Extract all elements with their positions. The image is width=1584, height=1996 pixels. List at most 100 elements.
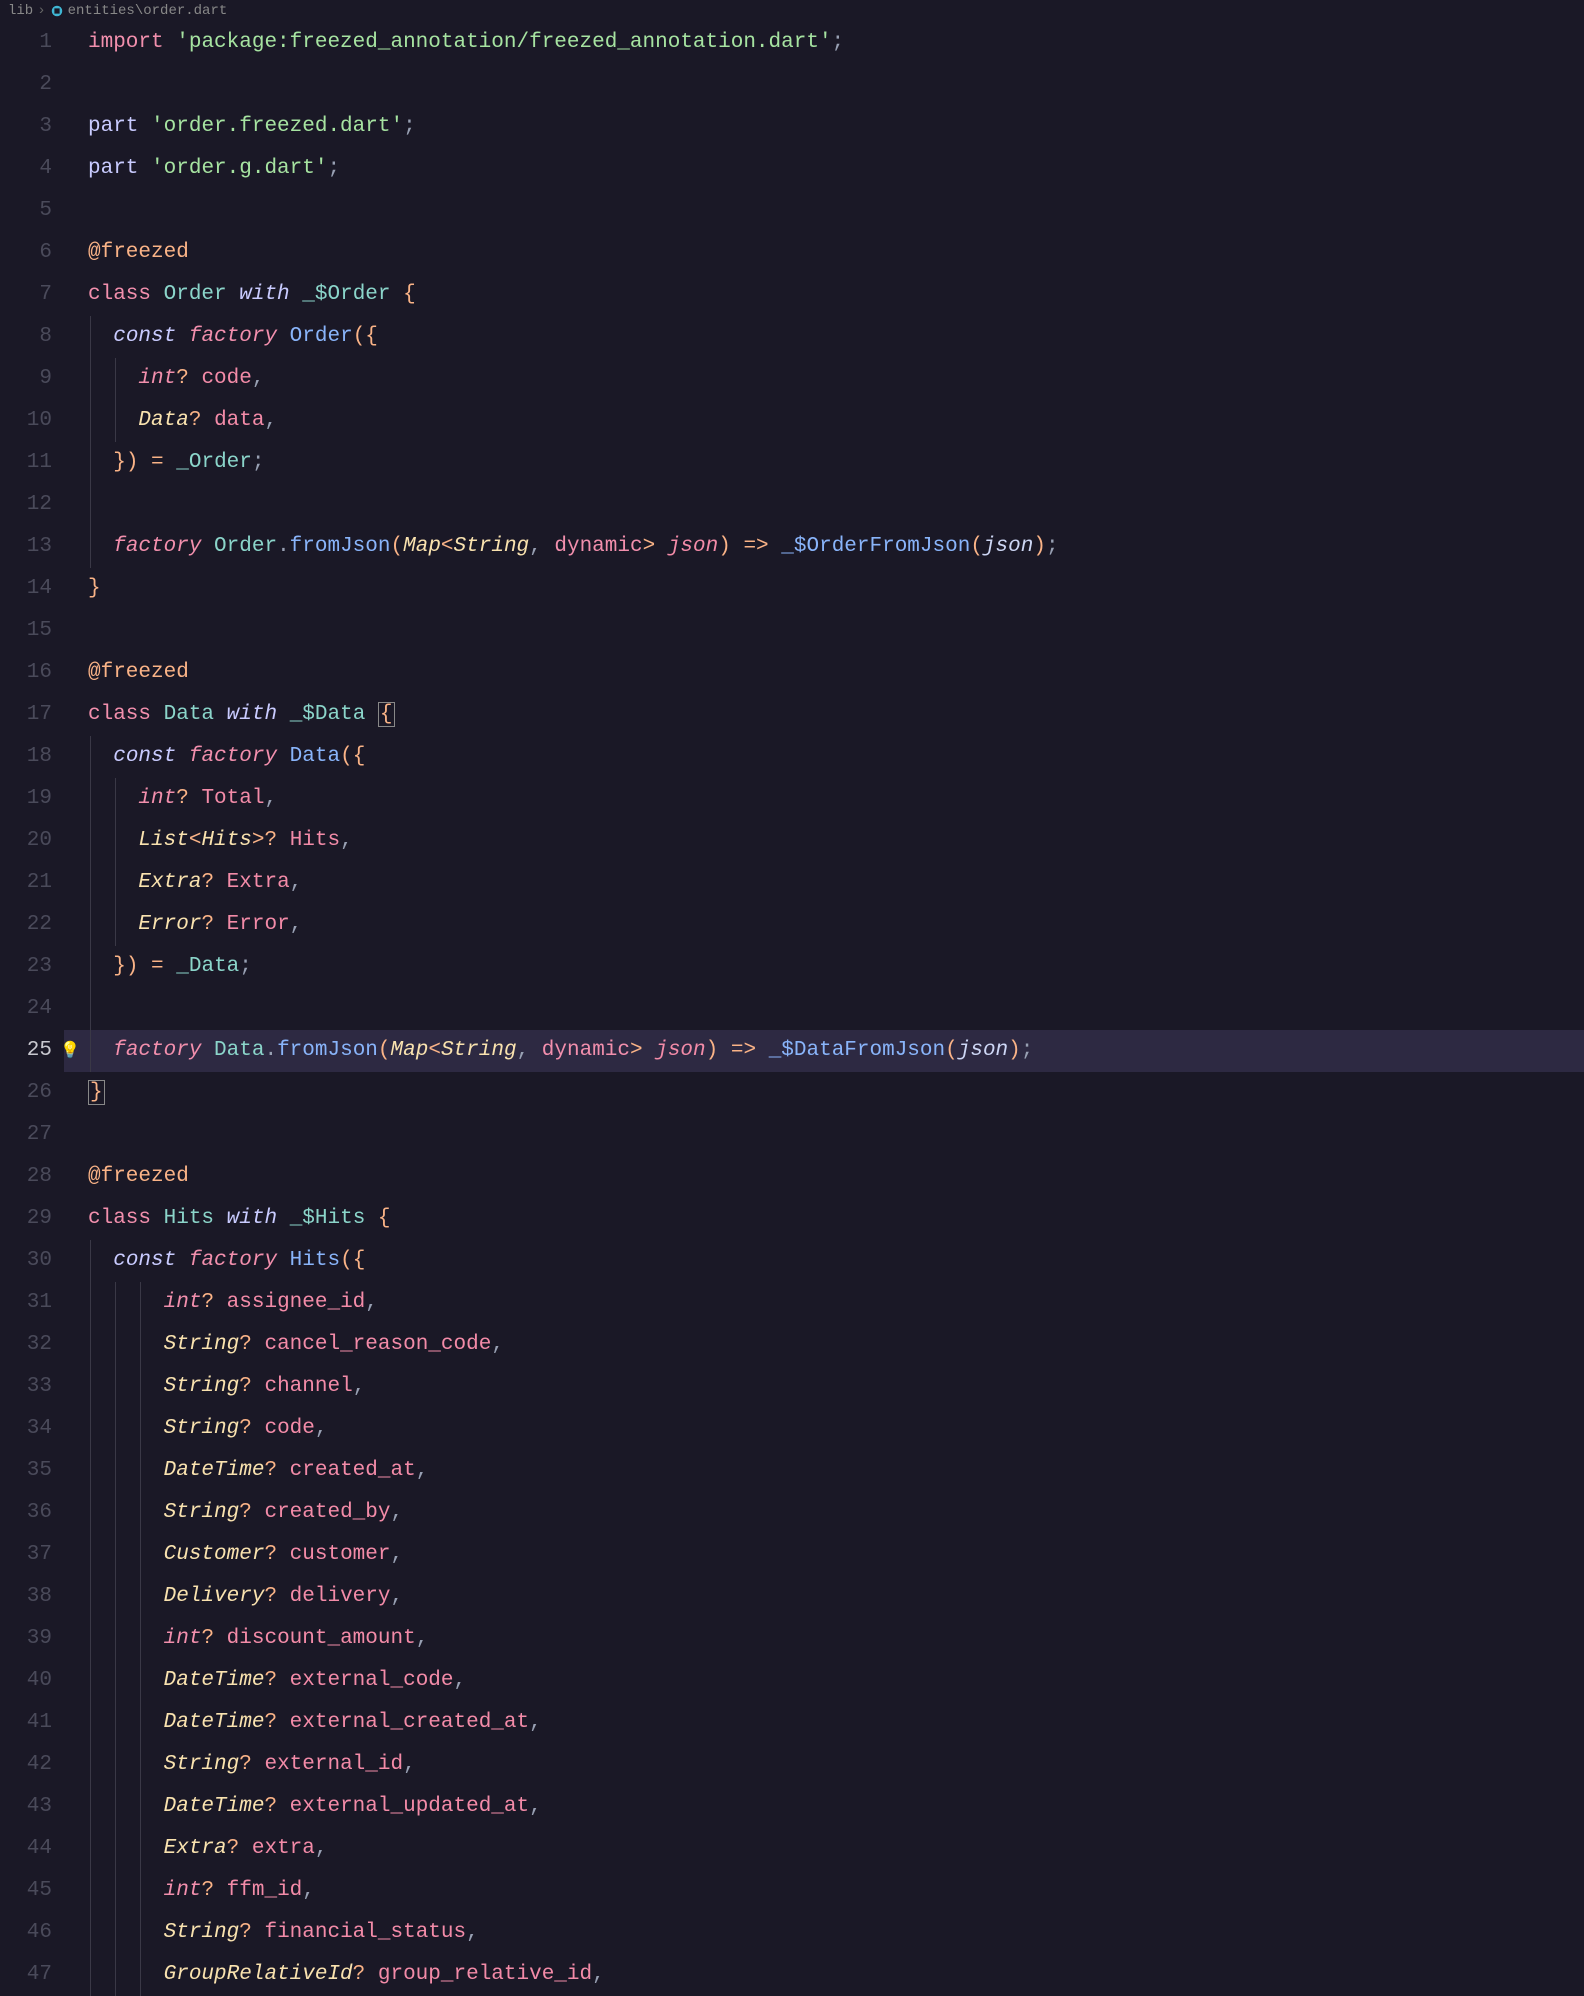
line-number[interactable]: 29 — [0, 1198, 52, 1240]
code-line[interactable]: Delivery? delivery, — [88, 1576, 1584, 1618]
line-number[interactable]: 31 — [0, 1282, 52, 1324]
line-number[interactable]: 8 — [0, 316, 52, 358]
line-number[interactable]: 5 — [0, 190, 52, 232]
code-line[interactable]: const factory Hits({ — [88, 1240, 1584, 1282]
code-line[interactable]: DateTime? created_at, — [88, 1450, 1584, 1492]
code-area[interactable]: import 'package:freezed_annotation/freez… — [88, 22, 1584, 1986]
code-line[interactable] — [88, 190, 1584, 232]
code-line[interactable]: part 'order.freezed.dart'; — [88, 106, 1584, 148]
code-line[interactable]: Error? Error, — [88, 904, 1584, 946]
code-line[interactable]: int? code, — [88, 358, 1584, 400]
code-line[interactable]: int? discount_amount, — [88, 1618, 1584, 1660]
line-number[interactable]: 47 — [0, 1954, 52, 1996]
code-line[interactable]: const factory Order({ — [88, 316, 1584, 358]
code-line[interactable]: 💡 factory Data.fromJson(Map<String, dyna… — [88, 1030, 1584, 1072]
line-number[interactable]: 27 — [0, 1114, 52, 1156]
line-number[interactable]: 33 — [0, 1366, 52, 1408]
code-line[interactable]: part 'order.g.dart'; — [88, 148, 1584, 190]
code-line[interactable]: String? code, — [88, 1408, 1584, 1450]
line-number[interactable]: 45 — [0, 1870, 52, 1912]
line-number[interactable]: 36 — [0, 1492, 52, 1534]
code-line[interactable] — [88, 64, 1584, 106]
line-number[interactable]: 9 — [0, 358, 52, 400]
code-line[interactable]: class Order with _$Order { — [88, 274, 1584, 316]
gutter[interactable]: 1234567891011121314151617181920212223242… — [0, 22, 88, 1986]
code-line[interactable]: } — [88, 568, 1584, 610]
line-number[interactable]: 18 — [0, 736, 52, 778]
line-number[interactable]: 4 — [0, 148, 52, 190]
line-number[interactable]: 44 — [0, 1828, 52, 1870]
code-line[interactable]: }) = _Data; — [88, 946, 1584, 988]
line-number[interactable]: 15 — [0, 610, 52, 652]
code-line[interactable]: }) = _Order; — [88, 442, 1584, 484]
code-line[interactable]: Data? data, — [88, 400, 1584, 442]
line-number[interactable]: 11 — [0, 442, 52, 484]
line-number[interactable]: 13 — [0, 526, 52, 568]
code-line[interactable]: String? external_id, — [88, 1744, 1584, 1786]
line-number[interactable]: 35 — [0, 1450, 52, 1492]
code-line[interactable] — [88, 610, 1584, 652]
line-number[interactable]: 30 — [0, 1240, 52, 1282]
code-line[interactable] — [88, 1114, 1584, 1156]
code-line[interactable]: } — [88, 1072, 1584, 1114]
line-number[interactable]: 40 — [0, 1660, 52, 1702]
line-number[interactable]: 2 — [0, 64, 52, 106]
code-line[interactable]: import 'package:freezed_annotation/freez… — [88, 22, 1584, 64]
line-number[interactable]: 20 — [0, 820, 52, 862]
line-number[interactable]: 41 — [0, 1702, 52, 1744]
breadcrumb-file[interactable]: entities\order.dart — [68, 3, 228, 19]
line-number[interactable]: 14 — [0, 568, 52, 610]
code-line[interactable]: @freezed — [88, 652, 1584, 694]
line-number[interactable]: 22 — [0, 904, 52, 946]
code-line[interactable]: String? channel, — [88, 1366, 1584, 1408]
line-number[interactable]: 34 — [0, 1408, 52, 1450]
line-number[interactable]: 19 — [0, 778, 52, 820]
line-number[interactable]: 38 — [0, 1576, 52, 1618]
code-line[interactable]: @freezed — [88, 232, 1584, 274]
code-line[interactable]: Extra? Extra, — [88, 862, 1584, 904]
code-line[interactable]: Extra? extra, — [88, 1828, 1584, 1870]
code-line[interactable]: DateTime? external_code, — [88, 1660, 1584, 1702]
line-number[interactable]: 24 — [0, 988, 52, 1030]
breadcrumb-folder[interactable]: lib — [8, 3, 33, 19]
code-line[interactable]: String? financial_status, — [88, 1912, 1584, 1954]
line-number[interactable]: 39 — [0, 1618, 52, 1660]
line-number[interactable]: 3 — [0, 106, 52, 148]
line-number[interactable]: 23 — [0, 946, 52, 988]
code-line[interactable]: class Data with _$Data { — [88, 694, 1584, 736]
code-line[interactable]: List<Hits>? Hits, — [88, 820, 1584, 862]
line-number[interactable]: 32 — [0, 1324, 52, 1366]
code-line[interactable]: int? ffm_id, — [88, 1870, 1584, 1912]
line-number[interactable]: 1 — [0, 22, 52, 64]
line-number[interactable]: 43 — [0, 1786, 52, 1828]
line-number[interactable]: 42 — [0, 1744, 52, 1786]
code-line[interactable]: int? assignee_id, — [88, 1282, 1584, 1324]
line-number[interactable]: 16 — [0, 652, 52, 694]
code-line[interactable]: String? created_by, — [88, 1492, 1584, 1534]
code-line[interactable]: DateTime? external_created_at, — [88, 1702, 1584, 1744]
code-line[interactable] — [88, 484, 1584, 526]
line-number[interactable]: 10 — [0, 400, 52, 442]
code-line[interactable]: const factory Data({ — [88, 736, 1584, 778]
line-number[interactable]: 28 — [0, 1156, 52, 1198]
code-line[interactable]: Customer? customer, — [88, 1534, 1584, 1576]
line-number[interactable]: 37 — [0, 1534, 52, 1576]
line-number[interactable]: 26 — [0, 1072, 52, 1114]
line-number[interactable]: 12 — [0, 484, 52, 526]
code-line[interactable]: DateTime? external_updated_at, — [88, 1786, 1584, 1828]
code-line[interactable]: @freezed — [88, 1156, 1584, 1198]
line-number[interactable]: 25 — [0, 1030, 52, 1072]
line-number[interactable]: 46 — [0, 1912, 52, 1954]
line-number[interactable]: 7 — [0, 274, 52, 316]
breadcrumb[interactable]: lib › entities\order.dart — [0, 0, 1584, 22]
line-number[interactable]: 6 — [0, 232, 52, 274]
code-line[interactable]: int? Total, — [88, 778, 1584, 820]
code-line[interactable]: String? cancel_reason_code, — [88, 1324, 1584, 1366]
code-line[interactable] — [88, 988, 1584, 1030]
code-line[interactable]: factory Order.fromJson(Map<String, dynam… — [88, 526, 1584, 568]
line-number[interactable]: 21 — [0, 862, 52, 904]
code-line[interactable]: class Hits with _$Hits { — [88, 1198, 1584, 1240]
code-line[interactable]: GroupRelativeId? group_relative_id, — [88, 1954, 1584, 1996]
lightbulb-icon[interactable]: 💡 — [60, 1030, 80, 1072]
line-number[interactable]: 17 — [0, 694, 52, 736]
